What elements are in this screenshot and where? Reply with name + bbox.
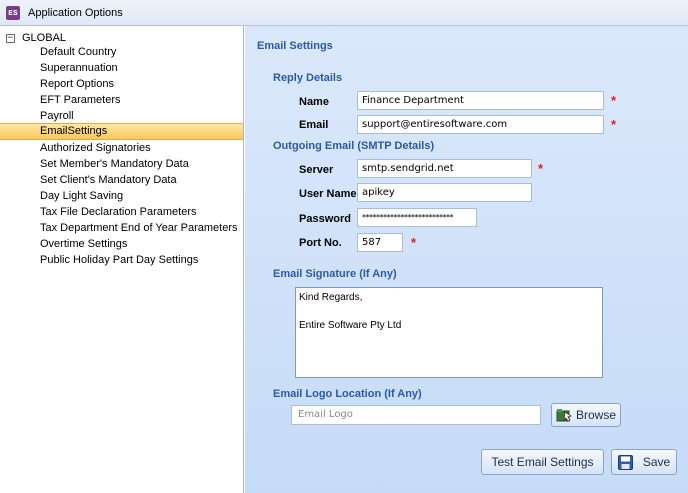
- browse-button-label: Browse: [575, 408, 616, 422]
- outgoing-email-heading: Outgoing Email (SMTP Details): [273, 140, 435, 152]
- browse-folder-icon: [556, 408, 572, 422]
- username-input[interactable]: apikey: [357, 183, 532, 202]
- signature-textarea[interactable]: Kind Regards, Entire Software Pty Ltd: [295, 287, 603, 378]
- signature-heading: Email Signature (If Any): [273, 268, 397, 280]
- floppy-disk-icon: [617, 454, 633, 470]
- tree-item-tax-file-declaration[interactable]: Tax File Declaration Parameters: [0, 204, 243, 220]
- tree-item-overtime-settings[interactable]: Overtime Settings: [0, 236, 243, 252]
- panel-title: Email Settings: [257, 40, 333, 52]
- tree-item-member-mandatory-data[interactable]: Set Member's Mandatory Data: [0, 156, 243, 172]
- tree-item-day-light-saving[interactable]: Day Light Saving: [0, 188, 243, 204]
- name-input[interactable]: Finance Department: [357, 91, 604, 110]
- test-email-settings-label: Test Email Settings: [491, 455, 594, 469]
- required-marker: *: [611, 117, 617, 132]
- tree-item-report-options[interactable]: Report Options: [0, 76, 243, 92]
- save-button[interactable]: Save: [611, 449, 677, 475]
- title-bar: ES Application Options: [0, 0, 688, 26]
- signature-line: Kind Regards,: [299, 292, 363, 303]
- tree-item-client-mandatory-data[interactable]: Set Client's Mandatory Data: [0, 172, 243, 188]
- tree-item-tax-end-of-year[interactable]: Tax Department End of Year Parameters: [0, 220, 243, 236]
- email-input[interactable]: support@entiresoftware.com: [357, 115, 604, 134]
- required-marker: *: [411, 235, 417, 250]
- signature-line: Entire Software Pty Ltd: [299, 320, 402, 331]
- collapse-icon[interactable]: −: [6, 33, 15, 43]
- save-button-label: Save: [642, 455, 671, 469]
- browse-button[interactable]: Browse: [551, 403, 621, 427]
- tree-item-default-country[interactable]: Default Country: [0, 44, 243, 60]
- logo-heading: Email Logo Location (If Any): [273, 388, 422, 400]
- tree-item-authorized-signatories[interactable]: Authorized Signatories: [0, 140, 243, 156]
- tree-item-public-holiday[interactable]: Public Holiday Part Day Settings: [0, 252, 243, 268]
- tree-item-email-settings[interactable]: EmailSettings: [0, 123, 243, 140]
- required-marker: *: [538, 161, 544, 176]
- server-input[interactable]: smtp.sendgrid.net: [357, 159, 532, 178]
- name-label: Name: [299, 96, 329, 108]
- port-label: Port No.: [299, 237, 342, 249]
- logo-path-input[interactable]: Email Logo: [291, 405, 541, 425]
- server-label: Server: [299, 164, 334, 176]
- password-input[interactable]: **************************: [357, 208, 477, 227]
- tree-item-payroll[interactable]: Payroll: [0, 108, 243, 124]
- email-label: Email: [299, 119, 329, 131]
- username-label: User Name: [299, 188, 357, 200]
- reply-details-heading: Reply Details: [273, 72, 343, 84]
- test-email-settings-button[interactable]: Test Email Settings: [481, 449, 604, 475]
- tree-item-eft-parameters[interactable]: EFT Parameters: [0, 92, 243, 108]
- password-label: Password: [299, 213, 351, 225]
- email-settings-panel: Email Settings Reply Details Name Financ…: [245, 26, 688, 493]
- tree-root-label: GLOBAL: [22, 32, 67, 44]
- required-marker: *: [611, 93, 617, 108]
- port-input[interactable]: 587: [357, 233, 403, 252]
- tree-item-superannuation[interactable]: Superannuation: [0, 60, 243, 76]
- options-tree: − GLOBAL Default Country Superannuation …: [0, 26, 244, 493]
- window-title: Application Options: [28, 6, 123, 19]
- app-logo-icon: ES: [6, 5, 20, 20]
